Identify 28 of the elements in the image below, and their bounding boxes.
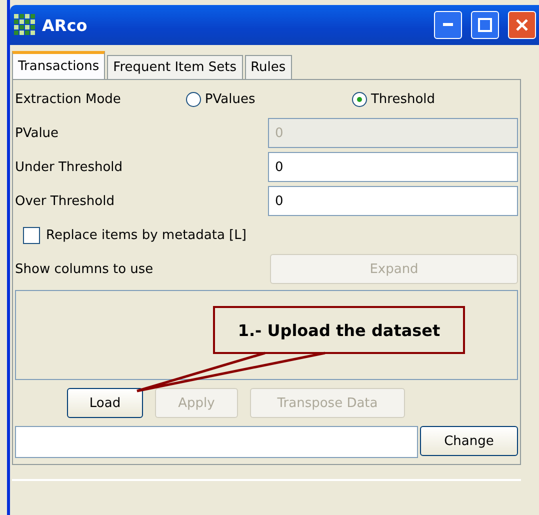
input-field[interactable]: 0 [268, 186, 518, 216]
radio-option[interactable]: Threshold [352, 92, 518, 106]
checkbox[interactable] [23, 226, 40, 244]
tab[interactable]: Frequent Item Sets [107, 55, 243, 79]
grid-app-icon [14, 14, 36, 36]
close-icon [515, 18, 529, 32]
option-label: Threshold [370, 92, 436, 106]
change-button[interactable]: Change [420, 426, 518, 456]
field-label: Under Threshold [15, 160, 124, 174]
maximize-icon [478, 18, 492, 32]
input-field[interactable]: 0 [268, 152, 518, 182]
checkbox-label: Replace items by metadata [L] [46, 228, 246, 242]
callout: 1.- Upload the dataset [213, 306, 465, 354]
field-label: Over Threshold [15, 194, 116, 208]
minimize-icon [443, 23, 453, 27]
close-button[interactable] [508, 11, 536, 39]
maximize-button[interactable] [471, 11, 499, 39]
path-field[interactable] [15, 426, 418, 458]
window-title: ARco [42, 16, 88, 34]
radio-option[interactable]: PValues [186, 92, 352, 106]
tab[interactable]: Transactions [12, 51, 106, 79]
field-label: Show columns to use [15, 262, 154, 276]
minimize-button[interactable] [434, 11, 462, 39]
field-label: Extraction Mode [15, 92, 122, 106]
action-button[interactable]: Load [67, 388, 143, 418]
option-label: PValues [204, 92, 256, 106]
field-label: PValue [15, 126, 60, 140]
tab[interactable]: Rules [244, 55, 292, 79]
